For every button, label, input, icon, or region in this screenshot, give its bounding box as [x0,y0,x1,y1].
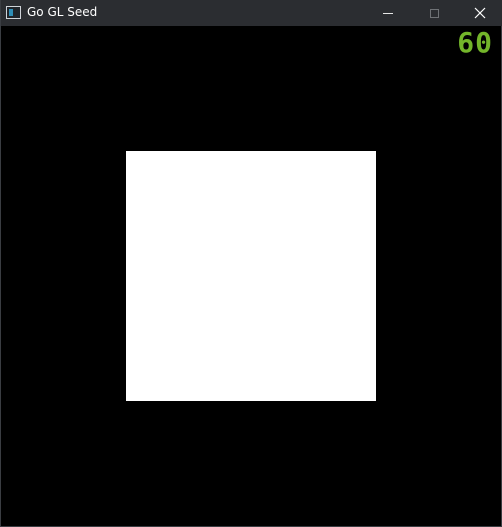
minimize-button[interactable] [365,0,411,26]
app-window: Go GL Seed 60 [0,0,502,527]
window-app-icon [6,6,21,19]
title-bar[interactable]: Go GL Seed [1,0,502,26]
white-quad [126,151,376,401]
close-icon [474,7,486,19]
maximize-icon [429,8,439,18]
gl-viewport[interactable]: 60 [1,26,501,526]
window-title: Go GL Seed [27,5,98,19]
fps-counter: 60 [457,26,493,59]
maximize-button[interactable] [411,0,457,26]
close-button[interactable] [457,0,502,26]
minimize-icon [383,12,393,14]
